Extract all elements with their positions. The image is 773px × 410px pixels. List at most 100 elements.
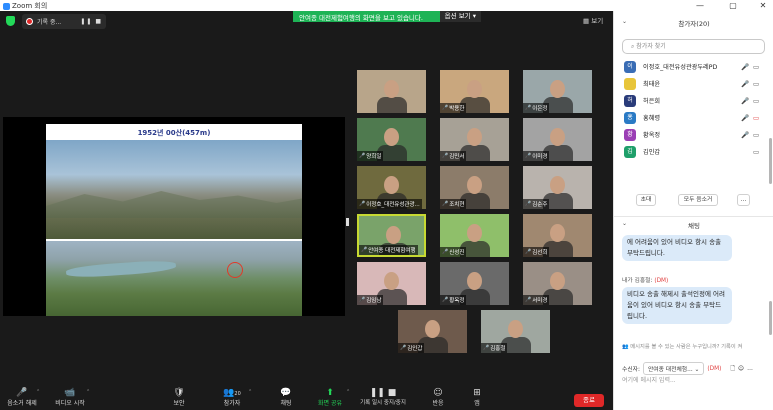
mic-muted-icon: 🎤 (442, 153, 449, 159)
video-tile[interactable]: 🎤 이정호_대전유성관광... (357, 166, 426, 209)
video-camera-icon[interactable]: ▭ (753, 63, 759, 71)
tile-name-label: 🎤 서미경 (523, 295, 550, 305)
minimize-button[interactable]: — (690, 0, 710, 11)
video-camera-icon[interactable]: ▭ (753, 148, 759, 156)
video-tile[interactable]: 🎤 조치현 (440, 166, 509, 209)
video-tile[interactable]: 🎤 김민서 (440, 118, 509, 161)
tile-name-label: 🎤 조치현 (440, 199, 467, 209)
video-tile[interactable] (357, 70, 426, 113)
chevron-up-icon[interactable]: ⌃ (36, 389, 40, 395)
view-button[interactable]: ▦ 보기 (583, 15, 603, 25)
mic-muted-icon[interactable]: 🎤 (741, 63, 749, 71)
participant-list-scrollbar[interactable] (769, 138, 772, 184)
participants-button[interactable]: 👥20 참가자 ⌃ (210, 387, 254, 410)
video-tile[interactable]: 🎤 김순주 (523, 166, 592, 209)
collapse-chevron-icon[interactable]: ⌄ (622, 220, 627, 227)
video-tile[interactable]: 🎤 이은정 (523, 70, 592, 113)
participant-name: 홍혜령 (643, 115, 661, 122)
split-divider-handle[interactable] (346, 218, 349, 226)
file-icon[interactable]: 🗋 (730, 364, 735, 374)
avatar: 허 (624, 94, 636, 107)
video-tile[interactable]: 🎤 양희일 (357, 118, 426, 161)
video-camera-icon[interactable]: ▭ (753, 97, 759, 105)
recording-controls[interactable]: ❚❚ ■ (80, 18, 102, 25)
shield-icon[interactable] (6, 16, 15, 26)
start-video-label: 비디오 시작 (55, 400, 85, 407)
chevron-up-icon[interactable]: ⌃ (346, 389, 350, 395)
participant-row[interactable]: 김 김인갑 ▭ (614, 143, 770, 160)
apps-button[interactable]: ⊞ 앱 (455, 387, 499, 410)
participant-row[interactable]: 홍 홍혜령 🎤 ▭ (614, 109, 770, 126)
participant-face (467, 128, 482, 146)
title-bar: Zoom 회의 — ▢ ✕ (0, 0, 773, 11)
close-button[interactable]: ✕ (753, 0, 773, 11)
mic-muted-icon: 🎤 (525, 297, 532, 303)
invite-button[interactable]: 초대 (636, 194, 656, 206)
video-tile[interactable]: 🎤 김임남 (357, 262, 426, 305)
unmute-button[interactable]: 🎤 음소거 해제 ⌃ (0, 387, 44, 410)
share-banner: 안여종 대전제험여행의 화면을 보고 있습니다. 옵션 보기 ▾ (293, 11, 481, 22)
chat-button[interactable]: 💬 채팅 (264, 387, 308, 410)
more-options-button[interactable]: ... (737, 194, 750, 206)
participant-name: 황옥정 (643, 132, 661, 139)
people-icon: 👥 (622, 344, 629, 350)
apps-icon: ⊞ (473, 388, 481, 398)
mic-muted-icon[interactable]: 🎤 (741, 114, 749, 122)
maximize-button[interactable]: ▢ (723, 0, 743, 11)
end-meeting-button[interactable]: 종료 (574, 394, 604, 407)
video-tile[interactable]: 🎤 박용한 (440, 70, 509, 113)
participant-search-input[interactable]: ⌕ 참가자 찾기 (622, 39, 765, 54)
chevron-up-icon[interactable]: ⌃ (248, 389, 252, 395)
tile-name-label: 🎤 이은정 (523, 103, 550, 113)
chat-message-input[interactable]: 여기에 메시지 입력... (622, 375, 676, 384)
shield-icon: 🛡 (173, 388, 185, 398)
reactions-label: 반응 (432, 400, 444, 407)
slide-title: 1952년 00산(457m) (137, 129, 211, 137)
video-camera-icon[interactable]: ▭ (753, 131, 759, 139)
video-tile[interactable]: 🎤 김홍철 (481, 310, 550, 353)
emoji-icon[interactable]: ☺ (738, 366, 744, 372)
participant-row[interactable]: 최태윤 🎤 ▭ (614, 75, 770, 92)
participant-face (508, 320, 523, 338)
recipient-label: 수신자: (622, 367, 640, 373)
video-tile[interactable]: 🎤 안여종 대전제험여행 (357, 214, 426, 257)
video-tile[interactable]: 🎤 김선희 (523, 214, 592, 257)
participant-face (384, 128, 399, 146)
participant-face (467, 272, 482, 290)
more-icon[interactable]: … (747, 366, 753, 372)
tile-name-label: 🎤 김순주 (523, 199, 550, 209)
reactions-button[interactable]: ☺ 반응 (416, 387, 460, 410)
chevron-up-icon[interactable]: ⌃ (86, 389, 90, 395)
mic-muted-icon: 🎤 (483, 345, 490, 351)
pause-stop-recording-button[interactable]: ❚❚ ■ 기록 일시 중지/중지 (355, 387, 411, 410)
recipient-row: 수신자: 안여종 대전체험... ⌄ (DM) 🗋 ☺ … (622, 362, 753, 375)
video-tile[interactable]: 🎤 이미경 (523, 118, 592, 161)
mic-muted-icon[interactable]: 🎤 (741, 80, 749, 88)
chat-visibility-info[interactable]: 👥 메시지를 볼 수 있는 사람은 누구입니까? 기록이 켜 (622, 342, 742, 350)
mic-muted-icon: 🎤 (525, 249, 532, 255)
presentation-slide: 1952년 00산(457m) (46, 124, 302, 316)
share-screen-button[interactable]: ⬆ 화면 공유 ⌃ (308, 387, 352, 410)
participant-face (550, 128, 565, 146)
participant-row[interactable]: 이 이정호_대전유성관광두레PD 🎤 ▭ (614, 58, 770, 75)
tile-name-label: 🎤 양희일 (357, 151, 384, 161)
video-off-icon[interactable]: ▭ (753, 114, 759, 122)
participant-row[interactable]: 황 황옥정 🎤 ▭ (614, 126, 770, 143)
mute-all-button[interactable]: 모두 음소거 (678, 194, 718, 206)
share-screen-label: 화면 공유 (318, 400, 342, 407)
recipient-select[interactable]: 안여종 대전체험... ⌄ (642, 362, 705, 375)
video-tile[interactable]: 🎤 황옥정 (440, 262, 509, 305)
mic-muted-icon[interactable]: 🎤 (741, 131, 749, 139)
video-camera-icon[interactable]: ▭ (753, 80, 759, 88)
participant-row[interactable]: 허 허은희 🎤 ▭ (614, 92, 770, 109)
recording-indicator: 기록 중... ❚❚ ■ (22, 14, 106, 29)
chat-scrollbar[interactable] (769, 301, 772, 335)
participant-face (550, 176, 565, 194)
mic-muted-icon[interactable]: 🎤 (741, 97, 749, 105)
view-options-button[interactable]: 옵션 보기 ▾ (439, 11, 481, 22)
video-tile[interactable]: 🎤 신성진 (440, 214, 509, 257)
video-tile[interactable]: 🎤 서미경 (523, 262, 592, 305)
security-button[interactable]: 🛡 보안 (157, 387, 201, 410)
video-tile[interactable]: 🎤 김인갑 (398, 310, 467, 353)
start-video-button[interactable]: 📹 비디오 시작 ⌃ (48, 387, 92, 410)
